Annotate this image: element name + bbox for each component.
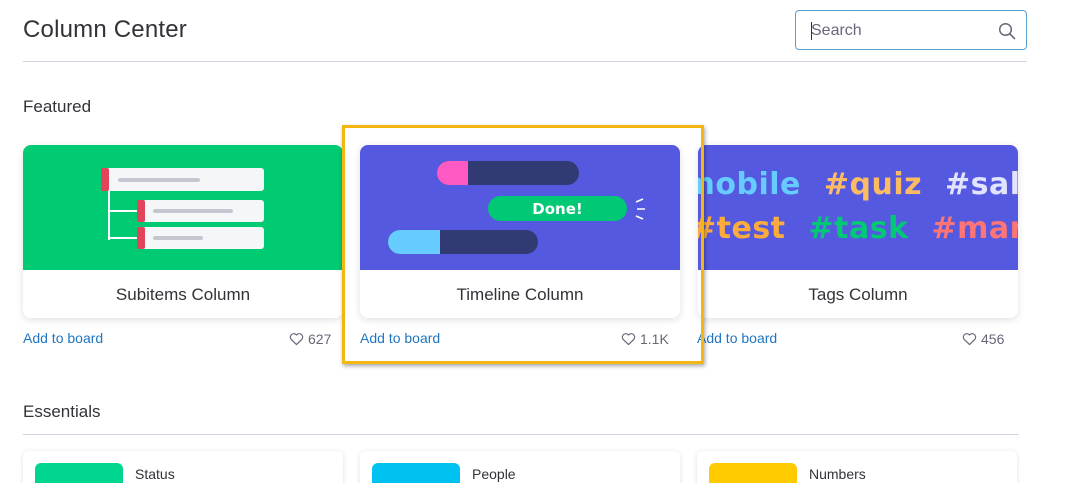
tag: #test [698,211,786,246]
tag: #sales [945,167,1018,202]
card-title: Subitems Column [115,285,251,304]
likes-count[interactable]: 1.1K [621,331,669,347]
status-column-card[interactable]: Status [23,451,343,483]
likes-count[interactable]: 627 [289,331,331,347]
heart-icon [962,333,977,346]
tags-row-2: #test #task #marketing [698,211,1018,246]
done-badge: Done! [532,200,583,218]
page-title: Column Center [23,16,188,43]
tag: #quiz [823,167,923,202]
card-title: Timeline Column [456,285,584,304]
timeline-column-card[interactable]: Done! Timeline Column [360,145,680,318]
tags-column-card[interactable]: #mobile #quiz #sales #test #task #market… [698,145,1018,318]
add-to-board-link[interactable]: Add to board [23,330,103,346]
subitems-illustration-icon [101,168,264,249]
card-title: Numbers [809,466,866,482]
text-cursor [811,22,812,40]
header-divider [23,61,1027,62]
search-input[interactable] [811,20,981,42]
essentials-divider [23,434,1019,435]
numbers-thumbnail [709,463,797,483]
heart-icon [621,333,636,346]
search-icon[interactable] [998,22,1016,40]
heart-icon [289,333,304,346]
essentials-section-title: Essentials [23,402,101,421]
timeline-banner: Done! [360,145,680,270]
tag: #task [808,211,909,246]
likes-value: 456 [981,331,1005,347]
likes-value: 627 [308,331,332,347]
add-to-board-link[interactable]: Add to board [360,330,440,346]
tags-banner: #mobile #quiz #sales #test #task #market… [698,145,1018,270]
add-to-board-link[interactable]: Add to board [697,330,777,346]
people-column-card[interactable]: People [360,451,680,483]
likes-count[interactable]: 456 [962,331,1004,347]
card-title: Tags Column [808,285,908,304]
status-thumbnail [35,463,123,483]
featured-section-title: Featured [23,97,92,116]
subitems-column-card[interactable]: Subitems Column [23,145,343,318]
card-title: People [472,466,516,482]
tags-row-1: #mobile #quiz #sales [698,167,1018,202]
tag: #mobile [698,167,801,202]
card-title: Status [135,466,175,482]
column-center-page: Column Center Featured Subit [0,0,1065,483]
search-box[interactable] [795,10,1027,50]
likes-value: 1.1K [640,331,669,347]
subitems-banner [23,145,343,270]
numbers-column-card[interactable]: Numbers [697,451,1017,483]
tag: #marketing [931,211,1018,246]
people-thumbnail [372,463,460,483]
